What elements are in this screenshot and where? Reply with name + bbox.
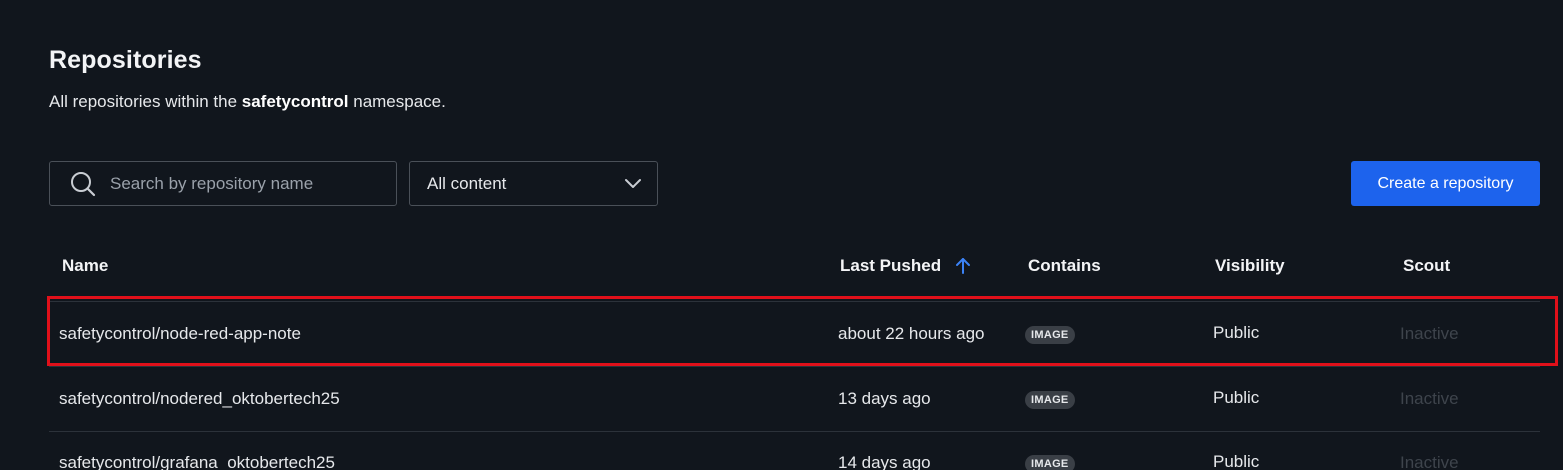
repository-name-link[interactable]: safetycontrol/nodered_oktobertech25: [59, 389, 340, 409]
scout-status: Inactive: [1400, 453, 1459, 470]
table-divider: [49, 431, 1540, 432]
column-header-contains-label: Contains: [1028, 256, 1101, 275]
column-header-visibility-label: Visibility: [1215, 256, 1285, 275]
last-pushed-value: 14 days ago: [838, 453, 931, 470]
subtitle-suffix: namespace.: [348, 92, 446, 111]
content-filter-select[interactable]: All content: [409, 161, 658, 206]
chevron-down-icon: [625, 178, 641, 188]
last-pushed-value: 13 days ago: [838, 389, 931, 408]
scout-status: Inactive: [1400, 324, 1459, 343]
column-header-scout: Scout: [1403, 256, 1450, 276]
table-divider: [49, 301, 1540, 302]
column-header-last-pushed-label: Last Pushed: [840, 256, 942, 275]
subtitle-prefix: All repositories within the: [49, 92, 242, 111]
image-badge: IMAGE: [1025, 326, 1075, 344]
last-pushed-value: about 22 hours ago: [838, 324, 985, 343]
page-title: Repositories: [49, 46, 202, 74]
search-icon: [71, 171, 96, 196]
column-header-name-label: Name: [62, 256, 109, 275]
repository-name-link[interactable]: safetycontrol/node-red-app-note: [59, 324, 301, 344]
content-filter-value: All content: [427, 173, 507, 193]
page-subtitle: All repositories within the safetycontro…: [49, 92, 446, 112]
repositories-page: Repositories All repositories within the…: [0, 0, 1563, 470]
scout-status: Inactive: [1400, 389, 1459, 408]
repository-name-link[interactable]: safetycontrol/grafana_oktobertech25: [59, 453, 335, 470]
column-header-name[interactable]: Name: [62, 256, 108, 276]
search-box[interactable]: [49, 161, 397, 206]
image-badge: IMAGE: [1025, 391, 1075, 409]
column-header-contains: Contains: [1028, 256, 1101, 276]
create-repository-button[interactable]: Create a repository: [1351, 161, 1540, 206]
arrow-up-icon: [956, 258, 971, 274]
image-badge: IMAGE: [1025, 455, 1075, 470]
table-divider: [49, 366, 1540, 367]
column-header-scout-label: Scout: [1403, 256, 1451, 275]
column-header-last-pushed[interactable]: Last Pushed: [840, 256, 973, 276]
visibility-value: Public: [1213, 323, 1260, 342]
column-header-visibility: Visibility: [1215, 256, 1285, 276]
visibility-value: Public: [1213, 388, 1260, 407]
visibility-value: Public: [1213, 452, 1260, 470]
search-input[interactable]: [108, 172, 382, 195]
namespace-name: safetycontrol: [241, 92, 349, 111]
